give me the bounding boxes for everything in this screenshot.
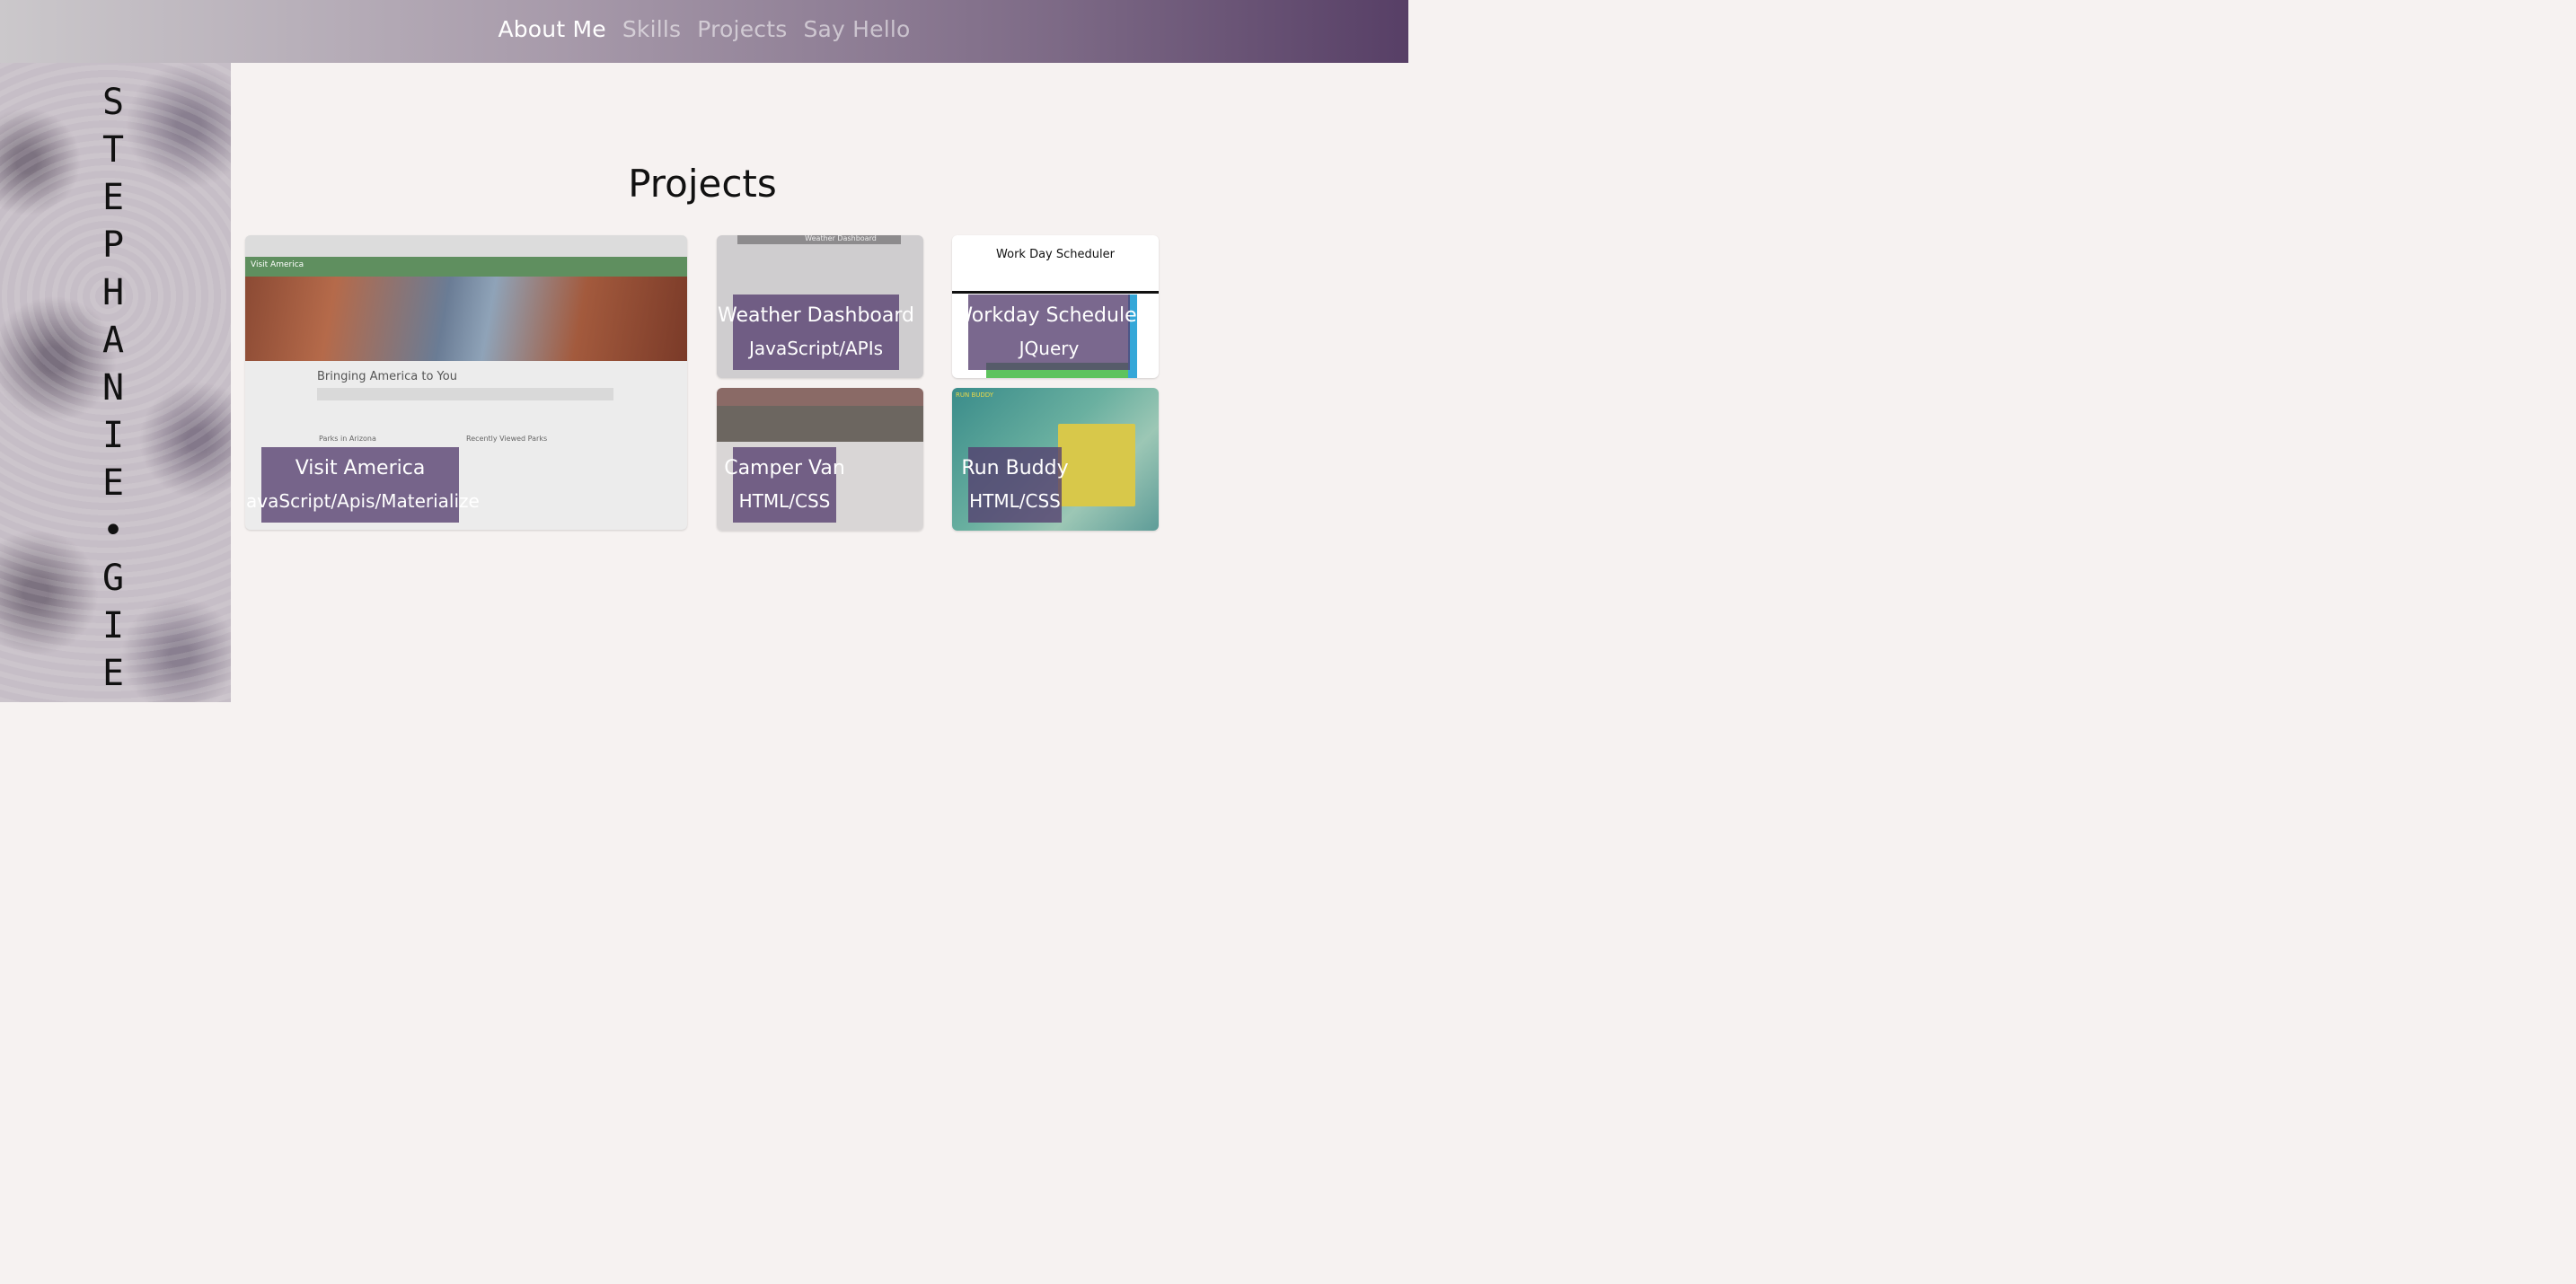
project-overlay: Visit America JavaScript/Apis/Materializ… [245, 447, 480, 523]
name-letter: • [101, 510, 125, 551]
project-title: Workday Scheduler [953, 304, 1145, 327]
thumbnail-site-name: Visit America [251, 260, 304, 269]
thumbnail-col-left: Parks in Arizona [319, 435, 376, 443]
name-letter: I [101, 605, 125, 646]
project-tech: HTML/CSS [738, 490, 831, 512]
vertical-name: S T E P H A N I E • G I E [95, 79, 131, 698]
nav-list: About Me Skills Projects Say Hello [498, 16, 910, 42]
project-title: Camper Van [724, 457, 845, 479]
name-letter: E [101, 653, 125, 694]
name-letter: E [101, 462, 125, 504]
nav-link-skills[interactable]: Skills [622, 16, 681, 42]
thumbnail-browser-bar [245, 235, 687, 257]
nav-link-projects[interactable]: Projects [697, 16, 787, 42]
project-title: Run Buddy [961, 457, 1069, 479]
name-letter: A [101, 320, 125, 361]
project-tech: HTML/CSS [969, 490, 1061, 512]
sidebar-succulent-background: S T E P H A N I E • G I E [0, 63, 231, 702]
name-letter: T [101, 129, 125, 171]
thumbnail-divider [952, 291, 1159, 294]
name-letter: I [101, 415, 125, 456]
name-letter: H [101, 272, 125, 313]
thumbnail-col-right: Recently Viewed Parks [466, 435, 548, 443]
project-overlay: Camper Van HTML/CSS [724, 447, 845, 523]
thumbnail-signup-form [1058, 424, 1135, 506]
project-title: Visit America [295, 457, 426, 479]
project-card-visit-america[interactable]: Visit America Bringing America to You Pa… [245, 235, 687, 530]
thumbnail-heading: Work Day Scheduler [996, 248, 1115, 261]
project-tech: JavaScript/Apis/Materialize [245, 490, 480, 512]
thumbnail-heading: Bringing America to You [317, 370, 457, 383]
project-overlay: Workday Scheduler JQuery [953, 295, 1145, 370]
nav-link-say-hello[interactable]: Say Hello [803, 16, 910, 42]
project-card-run-buddy[interactable]: RUN BUDDY Run Buddy HTML/CSS [952, 388, 1159, 531]
main-content: Projects Visit America Bringing America … [231, 63, 1408, 702]
top-nav: About Me Skills Projects Say Hello [0, 0, 1408, 63]
project-card-weather-dashboard[interactable]: Weather Dashboard Weather Dashboard Java… [717, 235, 923, 378]
project-card-camper-van[interactable]: Camper Van HTML/CSS [717, 388, 923, 531]
thumbnail-canyon-image [245, 277, 687, 361]
projects-heading: Projects [628, 162, 777, 206]
thumbnail-header-text: Weather Dashboard [805, 235, 877, 242]
project-tech: JavaScript/APIs [748, 338, 884, 359]
project-title: Weather Dashboard [718, 304, 914, 327]
name-letter: G [101, 558, 125, 599]
project-overlay: Run Buddy HTML/CSS [961, 447, 1069, 523]
thumbnail-header-bar [245, 257, 687, 277]
project-overlay: Weather Dashboard JavaScript/APIs [718, 295, 914, 370]
name-letter: S [101, 82, 125, 123]
name-letter: N [101, 367, 125, 409]
name-letter: E [101, 177, 125, 218]
thumbnail-header-bar: Weather Dashboard [737, 235, 901, 244]
project-card-workday-scheduler[interactable]: Work Day Scheduler Workday Scheduler JQu… [952, 235, 1159, 378]
thumbnail-brand: RUN BUDDY [956, 391, 994, 399]
name-letter: P [101, 224, 125, 266]
thumbnail-text-block [317, 388, 613, 400]
nav-link-about-me[interactable]: About Me [498, 16, 605, 42]
project-tech: JQuery [1019, 338, 1080, 359]
